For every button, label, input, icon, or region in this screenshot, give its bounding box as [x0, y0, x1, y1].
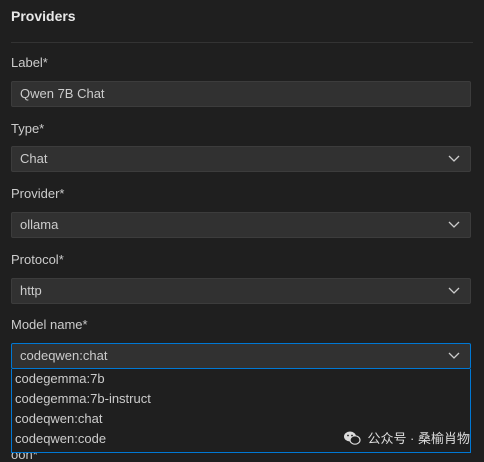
- watermark: 公众号 · 桑榆肖物: [343, 428, 470, 447]
- chevron-down-icon: [448, 352, 460, 359]
- label-input[interactable]: Qwen 7B Chat: [11, 81, 471, 107]
- provider-select-value: ollama: [20, 217, 59, 232]
- protocol-field-label: Protocol*: [11, 252, 64, 267]
- model-select[interactable]: codeqwen:chat: [11, 343, 471, 369]
- protocol-select[interactable]: http: [11, 278, 471, 304]
- model-select-value: codeqwen:chat: [20, 348, 108, 363]
- model-field-label: Model name*: [11, 317, 88, 332]
- provider-select[interactable]: ollama: [11, 212, 471, 238]
- panel-title: Providers: [11, 8, 76, 24]
- chevron-down-icon: [448, 221, 460, 228]
- chevron-down-icon: [448, 155, 460, 162]
- title-divider: [11, 42, 473, 43]
- protocol-select-value: http: [20, 283, 42, 298]
- chevron-down-icon: [448, 287, 460, 294]
- dropdown-option[interactable]: codegemma:7b-instruct: [12, 389, 470, 409]
- dropdown-option[interactable]: codeqwen:chat: [12, 409, 470, 429]
- dropdown-option[interactable]: codegemma:7b: [12, 369, 470, 389]
- watermark-text: 公众号 · 桑榆肖物: [367, 431, 470, 446]
- type-select[interactable]: Chat: [11, 146, 471, 172]
- type-select-value: Chat: [20, 151, 48, 166]
- wechat-icon: [344, 431, 362, 445]
- label-field-label: Label*: [11, 55, 48, 70]
- provider-field-label: Provider*: [11, 186, 65, 201]
- type-field-label: Type*: [11, 121, 45, 136]
